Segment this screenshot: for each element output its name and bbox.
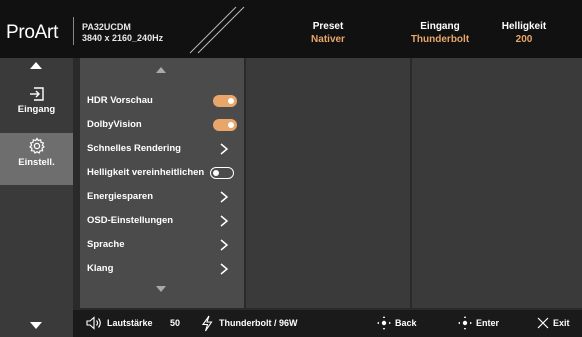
menu-item-energiesparen[interactable]: Energiesparen (80, 185, 244, 209)
input-value: Thunderbolt (410, 34, 470, 45)
menu-item-label: OSD-Einstellungen (87, 215, 174, 226)
lightning-icon (201, 315, 213, 332)
menu-item-label: Schnelles Rendering (87, 143, 181, 154)
menu-item-label: Energiesparen (87, 191, 153, 202)
power-delivery-label: Thunderbolt / 96W (219, 318, 298, 328)
brightness-value: 200 (515, 34, 533, 45)
sidebar-item-label: Einstell. (18, 157, 55, 168)
menu-item-label: Klang (87, 263, 114, 274)
model-resolution: 3840 x 2160_240Hz (82, 33, 164, 43)
sidebar-item-einstellungen[interactable]: Einstell. (0, 133, 73, 185)
joystick-back-icon (377, 316, 391, 330)
brightness-label: Helligkeit (501, 21, 547, 32)
sidebar-scroll-up-icon[interactable] (30, 62, 42, 69)
model-info: PA32UCDM 3840 x 2160_240Hz (82, 22, 163, 44)
preset-status: Preset Nativer (300, 20, 356, 46)
sidebar-scroll-down-icon[interactable] (30, 322, 42, 329)
sidebar-item-eingang[interactable]: Eingang (0, 82, 73, 132)
proart-logo: ProArt (6, 22, 59, 43)
close-icon (537, 317, 549, 329)
menu-item-klang[interactable]: Klang (80, 257, 244, 281)
header-bar: ProArt PA32UCDM 3840 x 2160_240Hz Preset… (0, 0, 582, 58)
main-menu-sidebar: Eingang Einstell. (0, 58, 73, 337)
toggle-on-icon[interactable] (213, 95, 237, 107)
speaker-icon (86, 316, 101, 330)
menu-item-osd-einstellungen[interactable]: OSD-Einstellungen (80, 209, 244, 233)
volume-value: 50 (170, 318, 181, 328)
sidebar-item-label: Eingang (17, 104, 56, 115)
input-label: Eingang (420, 21, 460, 32)
header-slash-decoration (189, 6, 245, 54)
chevron-right-icon (220, 143, 229, 155)
menu-item-label: HDR Vorschau (87, 95, 153, 106)
volume-label: Lautstärke (107, 318, 153, 328)
joystick-enter-icon (458, 316, 472, 330)
preset-label: Preset (312, 21, 344, 32)
input-icon (29, 87, 44, 101)
chevron-right-icon (220, 215, 229, 227)
toggle-on-icon[interactable] (213, 119, 237, 131)
menu-item-label: Helligkeit vereinheitlichen (87, 167, 205, 178)
menu-scroll-up-icon[interactable] (156, 67, 166, 73)
enter-button[interactable]: Enter (476, 318, 499, 328)
menu-item-schnelles-rendering[interactable]: Schnelles Rendering (80, 137, 244, 161)
settings-menu-panel: HDR Vorschau DolbyVision Schnelles Rende… (80, 58, 244, 308)
value-panel (412, 58, 582, 308)
menu-scroll-down-icon[interactable] (156, 286, 166, 292)
menu-item-hdr-vorschau[interactable]: HDR Vorschau (80, 89, 244, 113)
footer-bar: Lautstärke 50 Thunderbolt / 96W Back Ent… (73, 310, 582, 337)
preset-value: Nativer (311, 34, 345, 45)
menu-item-sprache[interactable]: Sprache (80, 233, 244, 257)
submenu-panel (246, 58, 410, 308)
logo-divider (73, 17, 74, 45)
chevron-right-icon (220, 239, 229, 251)
input-status: Eingang Thunderbolt (404, 20, 476, 46)
back-button[interactable]: Back (395, 318, 417, 328)
menu-item-label: Sprache (87, 239, 125, 250)
menu-item-helligkeit-vereinheitlichen[interactable]: Helligkeit vereinheitlichen (80, 161, 244, 185)
toggle-off-icon[interactable] (210, 167, 234, 179)
gear-icon (28, 137, 45, 154)
menu-item-dolbyvision[interactable]: DolbyVision (80, 113, 244, 137)
chevron-right-icon (220, 191, 229, 203)
menu-item-label: DolbyVision (87, 119, 142, 130)
exit-button[interactable]: Exit (553, 318, 570, 328)
brightness-status: Helligkeit 200 (492, 20, 556, 46)
chevron-right-icon (220, 263, 229, 275)
model-name: PA32UCDM (82, 22, 131, 32)
